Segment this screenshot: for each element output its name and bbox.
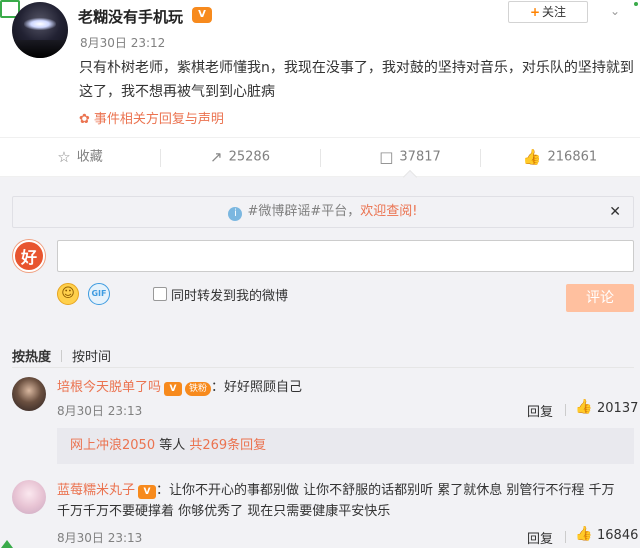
emoji-icon[interactable]: ☺ [57,283,79,305]
repost-icon: ↗ [210,148,223,166]
author-avatar[interactable] [12,2,68,58]
sort-by-hot[interactable]: 按热度 [12,350,51,365]
comment-text-continued: 千万千万不要硬撑着 你够优秀了 现在只需要健康平安快乐 [57,504,391,519]
sub-reply-user[interactable]: 网上冲浪2050 [70,438,155,453]
avatar-stage-light [24,18,56,30]
flower-icon: ✿ [79,112,90,127]
comment-like-count: 20137 [597,401,639,416]
vip-badge-icon: V [192,7,212,23]
submit-comment-button[interactable]: 评论 [566,284,634,312]
follow-button[interactable]: + 关注 [508,1,588,23]
notice-bar: i #微博辟谣#平台，欢迎查阅! ✕ [12,196,634,228]
comment-count: 37817 [399,149,441,165]
chevron-down-icon[interactable]: ⌄ [610,4,620,18]
event-link[interactable]: ✿ 事件相关方回复与声明 [79,108,224,127]
sub-replies-link[interactable]: 网上冲浪2050 等人 共269条回复 [57,428,634,464]
comment-icon: □ [379,148,394,166]
divider [320,149,321,167]
commenter-name[interactable]: 培根今天脱单了吗 [57,380,161,395]
vip-badge-icon: V [138,485,157,499]
divider [565,531,566,543]
comment-like-count: 16846 [597,528,639,543]
comment-input[interactable] [57,240,634,272]
repost-checkbox[interactable] [153,287,167,301]
repost-count: 25286 [228,149,270,165]
commenter-avatar[interactable] [12,480,46,514]
sort-by-time[interactable]: 按时间 [72,350,111,365]
commenter-name[interactable]: 蓝莓糯米丸子 [57,483,135,498]
event-link-label: 事件相关方回复与声明 [93,112,224,127]
divider [565,404,566,416]
comment-row: 培根今天脱单了吗 V 铁粉 ：好好照顾自己 [57,376,302,396]
post-time[interactable]: 8月30日 23:12 [80,34,165,51]
reply-button[interactable]: 回复 [527,401,553,420]
thumbs-up-icon[interactable]: 👍 [575,526,592,542]
comment-text: ：让你不开心的事都别做 让你不舒服的话都别听 累了就休息 别管行不行程 千万 [156,483,615,498]
vip-badge-icon: V [164,382,183,396]
info-icon: i [228,207,243,221]
comment-time: 8月30日 23:13 [57,531,143,545]
follow-label: 关注 [542,5,567,19]
repost-checkbox-label[interactable]: 同时转发到我的微博 [171,285,288,304]
close-icon[interactable]: ✕ [609,197,621,227]
sub-reply-text: 等人 [155,438,186,453]
action-bar: ☆ 收藏 ↗ 25286 □ 37817 👍 216861 [0,137,640,177]
thumbs-up-icon[interactable]: 👍 [575,399,592,415]
divider [12,367,634,368]
author-name[interactable]: 老糊没有手机玩 [78,6,183,27]
star-icon: ☆ [57,148,71,166]
sub-reply-count[interactable]: 共269条回复 [185,438,266,453]
divider [61,350,63,362]
notice-link[interactable]: 欢迎查阅! [360,204,417,219]
comment-row: 蓝莓糯米丸子 V ：让你不开心的事都别做 让你不舒服的话都别听 累了就休息 别管行不… [57,479,615,499]
like-button[interactable]: 👍 216861 [480,138,640,178]
plus-icon: + [529,5,541,19]
avatar-crowd [12,40,68,58]
reply-button[interactable]: 回复 [527,528,553,547]
fan-badge: 铁粉 [185,382,212,396]
gif-icon[interactable]: GIF [88,283,110,305]
notice-prefix: #微博辟谣#平台， [247,204,361,219]
repost-button[interactable]: ↗ 25286 [160,138,320,178]
commenter-avatar[interactable] [12,377,46,411]
comment-time: 8月30日 23:13 [57,404,143,418]
post-text: 只有朴树老师，紫棋老师懂我n，我现在没事了，我对鼓的坚持对音乐，对乐队的坚持就到… [79,60,634,100]
thumbs-up-icon: 👍 [522,148,542,166]
favorite-button[interactable]: ☆ 收藏 [0,138,160,178]
sort-bar: 按热度 按时间 [12,346,111,365]
favorite-label: 收藏 [76,149,103,165]
like-count: 216861 [547,149,598,165]
my-avatar[interactable]: 好 [13,240,45,272]
comment-text: ：好好照顾自己 [211,380,303,395]
